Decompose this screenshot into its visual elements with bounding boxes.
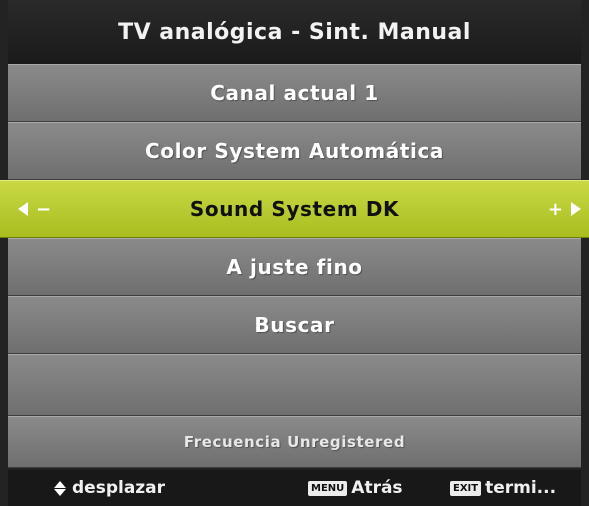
page-title: TV analógica - Sint. Manual <box>118 19 471 45</box>
menu-item-sound-system[interactable]: − Sound System DK + <box>0 180 589 238</box>
menu-item-search[interactable]: Buscar <box>8 296 581 354</box>
increase-control[interactable]: + <box>548 181 581 237</box>
scroll-hint: desplazar <box>54 478 165 498</box>
menu-item-fine-tune[interactable]: A juste fino <box>8 238 581 296</box>
tv-screen: TV analógica - Sint. Manual Canal actual… <box>0 0 589 506</box>
menu-item-empty <box>8 354 581 416</box>
up-down-arrows-icon <box>54 480 66 496</box>
footer-hints: desplazar MENU Atrás EXIT termi... <box>8 470 581 506</box>
menu-item-current-channel[interactable]: Canal actual 1 <box>8 64 581 122</box>
right-arrow-icon <box>571 202 581 216</box>
title-bar: TV analógica - Sint. Manual <box>8 0 581 64</box>
decrease-control[interactable]: − <box>18 181 51 237</box>
exit-key-icon: EXIT <box>450 480 482 496</box>
menu-item-color-system[interactable]: Color System Automática <box>8 122 581 180</box>
minus-sign: − <box>36 198 52 220</box>
settings-menu: Canal actual 1 Color System Automática −… <box>0 64 589 468</box>
scroll-hint-label: desplazar <box>72 478 166 498</box>
exit-hint[interactable]: EXIT termi... <box>450 478 556 498</box>
frequency-label: Frecuencia Unregistered <box>183 433 406 451</box>
fine-tune-label: A juste fino <box>226 255 363 279</box>
sound-system-label: Sound System DK <box>189 197 400 221</box>
color-system-label: Color System Automática <box>144 139 445 163</box>
plus-sign: + <box>547 198 563 220</box>
search-label: Buscar <box>254 313 335 337</box>
menu-key-icon: MENU <box>308 480 348 496</box>
current-channel-label: Canal actual 1 <box>210 81 379 105</box>
back-hint-label: Atrás <box>351 478 403 498</box>
exit-hint-label: termi... <box>485 478 557 498</box>
back-hint[interactable]: MENU Atrás <box>308 478 403 498</box>
frequency-row: Frecuencia Unregistered <box>8 416 581 468</box>
left-arrow-icon <box>18 202 28 216</box>
